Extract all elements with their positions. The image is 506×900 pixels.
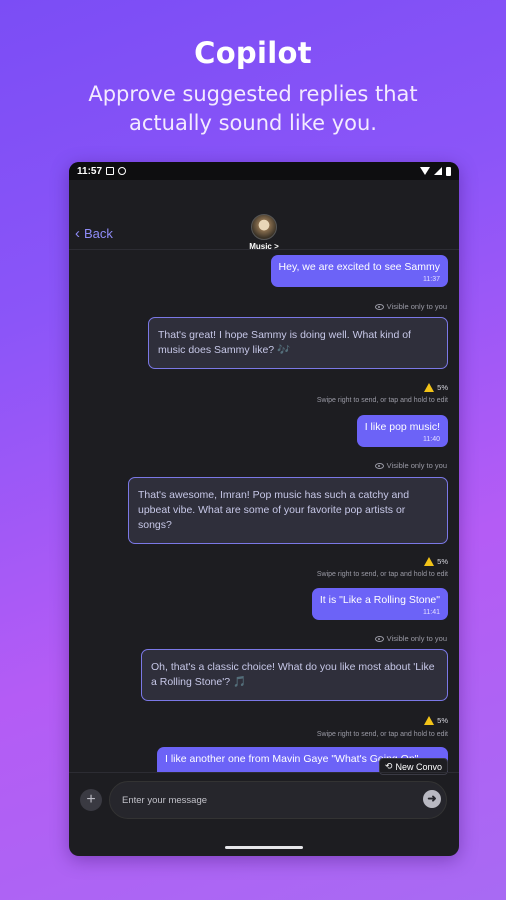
message-time: 11:37 xyxy=(423,276,440,283)
new-convo-label: New Convo xyxy=(395,761,442,772)
plus-icon[interactable]: + xyxy=(80,789,102,811)
send-arrow-icon[interactable]: ➜ xyxy=(423,790,441,808)
back-chevron-icon: ‹ xyxy=(75,225,80,242)
swipe-hint: Swipe right to send, or tap and hold to … xyxy=(316,571,448,578)
visibility-note: Visible only to you xyxy=(374,302,447,311)
message-time: 11:41 xyxy=(423,609,440,616)
composer: + ➜ xyxy=(69,772,459,830)
visibility-note: Visible only to you xyxy=(374,461,447,470)
promo-subtitle: Approve suggested replies that actually … xyxy=(0,80,506,138)
swipe-hint: Swipe right to send, or tap and hold to … xyxy=(316,731,448,738)
visibility-note: Visible only to you xyxy=(374,634,447,643)
eye-icon xyxy=(374,303,384,310)
message-input[interactable] xyxy=(109,781,447,819)
back-label: Back xyxy=(84,226,113,241)
app-status-icon xyxy=(118,167,127,175)
confidence-value: 5% xyxy=(437,716,448,725)
warning-icon xyxy=(424,557,435,566)
warning-icon xyxy=(424,716,435,725)
message-text: Hey, we are excited to see Sammy xyxy=(278,261,440,273)
notification-icon xyxy=(106,167,115,175)
status-bar: 11:57 xyxy=(69,162,459,180)
eye-icon xyxy=(374,462,384,469)
suggestion-text: Oh, that's a classic choice! What do you… xyxy=(151,661,435,688)
status-time: 11:57 xyxy=(77,165,103,177)
message-text: It is "Like a Rolling Stone" xyxy=(319,594,440,606)
message-time: 11:40 xyxy=(423,436,440,443)
contact-avatar[interactable] xyxy=(251,214,277,240)
home-indicator[interactable] xyxy=(225,846,303,849)
confidence-value: 5% xyxy=(437,557,448,566)
suggested-reply[interactable]: That's awesome, Imran! Pop music has suc… xyxy=(128,477,448,544)
sent-message[interactable]: I like pop music! 11:40 xyxy=(356,415,448,447)
refresh-icon: ⟲ xyxy=(384,761,393,771)
contact-name[interactable]: Music > xyxy=(69,242,459,251)
suggestion-text: That's awesome, Imran! Pop music has suc… xyxy=(138,489,410,531)
sent-message[interactable]: It is "Like a Rolling Stone" 11:41 xyxy=(311,588,448,620)
back-button[interactable]: ‹ Back xyxy=(75,226,113,241)
confidence-indicator: 5% xyxy=(424,716,448,725)
signal-icon xyxy=(434,167,442,175)
wifi-icon xyxy=(420,167,430,175)
battery-icon xyxy=(446,166,451,176)
swipe-hint: Swipe right to send, or tap and hold to … xyxy=(316,397,448,404)
warning-icon xyxy=(424,383,435,392)
visibility-text: Visible only to you xyxy=(386,302,447,311)
promo-title: Copilot xyxy=(194,36,312,70)
promo-subtitle-line1: Approve suggested replies that xyxy=(88,82,418,106)
suggested-reply[interactable]: That's great! I hope Sammy is doing well… xyxy=(148,317,448,369)
confidence-indicator: 5% xyxy=(424,383,448,392)
message-text: I like pop music! xyxy=(364,421,440,433)
suggested-reply[interactable]: Oh, that's a classic choice! What do you… xyxy=(141,649,448,701)
promo-headline: Copilot Approve suggested replies that a… xyxy=(0,36,506,138)
eye-icon xyxy=(374,635,384,642)
sent-message[interactable]: Hey, we are excited to see Sammy 11:37 xyxy=(270,255,448,287)
confidence-indicator: 5% xyxy=(424,557,448,566)
visibility-text: Visible only to you xyxy=(386,461,447,470)
chat-header: ‹ Back Music > xyxy=(69,180,459,251)
visibility-text: Visible only to you xyxy=(386,634,447,643)
confidence-value: 5% xyxy=(437,383,448,392)
message-list[interactable]: Hey, we are excited to see Sammy 11:37 V… xyxy=(69,251,459,772)
suggestion-text: That's great! I hope Sammy is doing well… xyxy=(158,329,411,356)
phone-screen: 11:57 ‹ Back Music > Hey, we are excited… xyxy=(69,162,459,856)
promo-subtitle-line2: actually sound like you. xyxy=(129,111,377,135)
